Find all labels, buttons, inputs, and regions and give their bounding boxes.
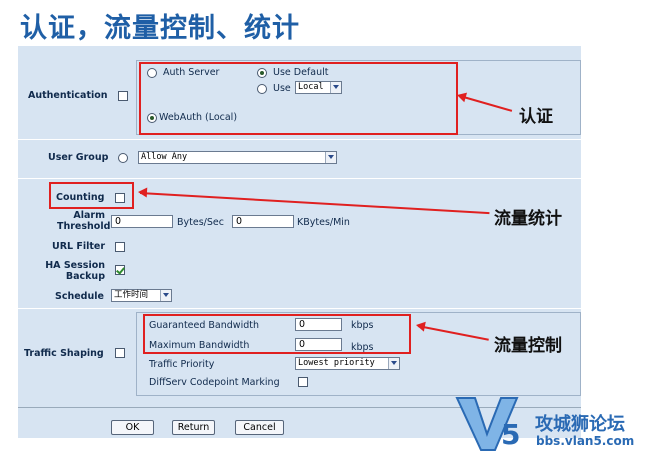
user-group-label: User Group: [48, 152, 109, 163]
diffserv-checkbox[interactable]: [298, 377, 308, 387]
traffic-shaping-label: Traffic Shaping: [24, 348, 104, 359]
svg-text:5: 5: [501, 418, 520, 451]
divider: [18, 308, 581, 309]
traffic-priority-label: Traffic Priority: [149, 359, 215, 370]
schedule-label: Schedule: [55, 291, 104, 302]
chevron-down-icon: [388, 358, 399, 369]
traffic-annotation-arrowhead: [415, 320, 426, 332]
auth-annotation: 认证: [519, 107, 553, 127]
ok-button[interactable]: OK: [111, 420, 154, 435]
traffic-shaping-checkbox[interactable]: [115, 348, 125, 358]
bytes-per-sec-unit: Bytes/Sec: [177, 217, 224, 228]
alarm-bytes-input[interactable]: 0: [111, 215, 173, 228]
user-group-radio[interactable]: [118, 153, 128, 163]
watermark-url: bbs.vlan5.com: [536, 434, 635, 448]
schedule-select[interactable]: 工作时间: [111, 289, 172, 302]
authentication-label: Authentication: [28, 90, 108, 101]
schedule-select-value: 工作时间: [114, 290, 149, 300]
slide-title: 认证，流量控制、统计: [20, 13, 300, 44]
user-group-select[interactable]: Allow Any: [138, 151, 337, 164]
divider: [18, 139, 581, 140]
alarm-kbytes-input[interactable]: 0: [232, 215, 294, 228]
chevron-down-icon: [325, 152, 336, 163]
chevron-down-icon: [160, 290, 171, 301]
traffic-priority-select[interactable]: Lowest priority: [295, 357, 400, 370]
auth-highlight-box: [139, 62, 458, 135]
diffserv-label: DiffServ Codepoint Marking: [149, 377, 280, 388]
url-filter-checkbox[interactable]: [115, 242, 125, 252]
authentication-checkbox[interactable]: [118, 91, 128, 101]
ha-session-checkbox[interactable]: [115, 265, 125, 275]
counting-annotation: 流量统计: [494, 209, 562, 229]
alarm-threshold-label-line2: Threshold: [57, 221, 111, 232]
cancel-button[interactable]: Cancel: [235, 420, 284, 435]
return-button[interactable]: Return: [172, 420, 215, 435]
watermark-text: 攻城狮论坛: [535, 414, 625, 435]
counting-annotation-arrowhead: [137, 187, 148, 198]
url-filter-label: URL Filter: [52, 241, 106, 252]
traffic-annotation: 流量控制: [494, 336, 562, 356]
traffic-highlight-box: [143, 314, 411, 354]
vlan5-logo-icon: 5: [455, 397, 520, 451]
alarm-threshold-label-line1: Alarm: [73, 210, 105, 221]
divider: [18, 178, 581, 179]
counting-highlight-box: [49, 182, 134, 209]
kbytes-per-min-unit: KBytes/Min: [297, 217, 350, 228]
traffic-priority-select-value: Lowest priority: [298, 358, 375, 368]
ha-session-label-line2: Backup: [65, 271, 105, 282]
ha-session-label-line1: HA Session: [45, 260, 105, 271]
user-group-select-value: Allow Any: [141, 152, 188, 162]
